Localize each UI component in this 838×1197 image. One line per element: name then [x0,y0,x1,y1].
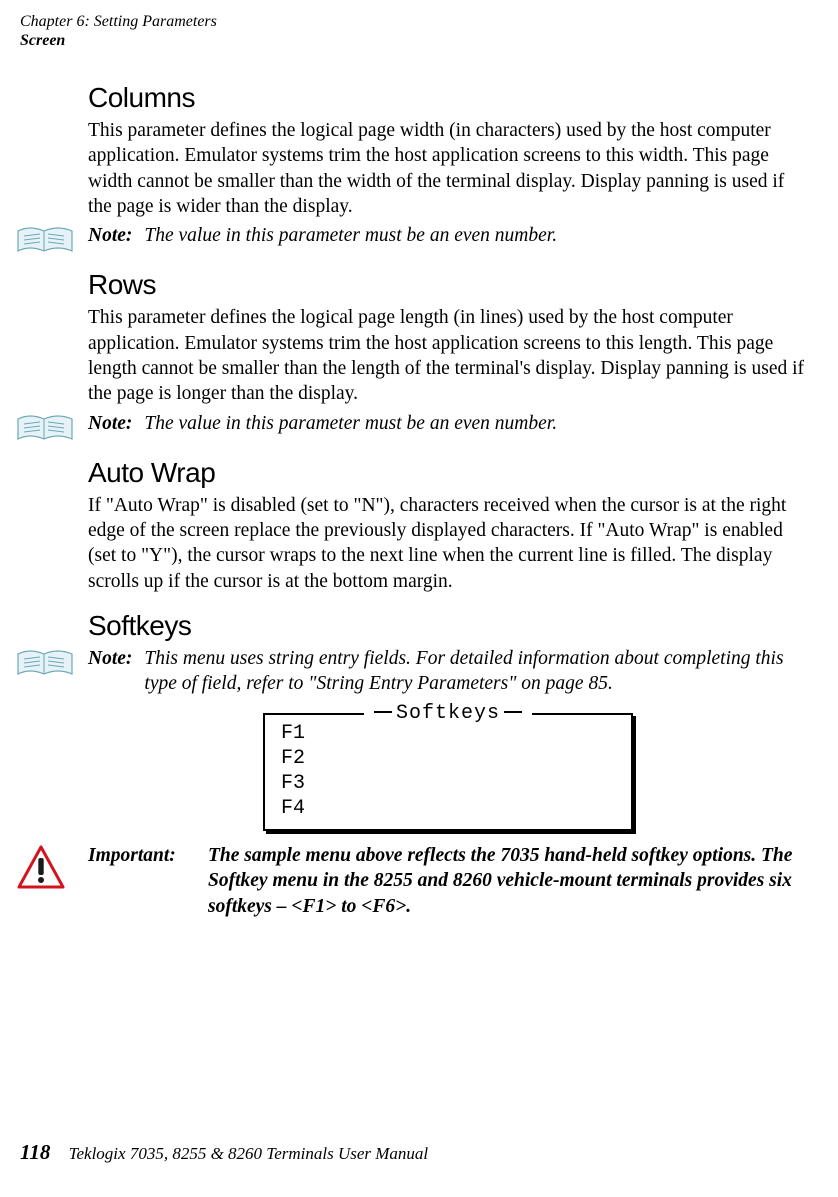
menu-item: F3 [281,771,615,796]
page-header: Chapter 6: Setting Parameters Screen [20,12,217,50]
heading-rows: Rows [88,269,808,301]
important-note: Important: The sample menu above reflect… [16,843,808,919]
note-columns: Note: The value in this parameter must b… [16,223,808,257]
note-label: Note: [88,411,144,436]
manual-title: Teklogix 7035, 8255 & 8260 Terminals Use… [69,1144,429,1163]
note-label: Note: [88,646,144,697]
page-content: Columns This parameter defines the logic… [88,70,808,919]
note-label: Note: [88,223,144,248]
heading-autowrap: Auto Wrap [88,457,808,489]
page-footer: 118 Teklogix 7035, 8255 & 8260 Terminals… [20,1140,428,1165]
menu-item: F4 [281,796,615,821]
softkeys-menu-title: Softkeys [364,702,532,725]
body-rows: This parameter defines the logical page … [88,305,808,406]
body-autowrap: If "Auto Wrap" is disabled (set to "N"),… [88,493,808,594]
book-icon [16,411,88,445]
book-icon [16,646,88,680]
note-text: The value in this parameter must be an e… [144,411,808,436]
note-softkeys: Note: This menu uses string entry fields… [16,646,808,697]
important-label: Important: [88,843,208,919]
warning-triangle-icon [16,843,88,891]
note-text: The value in this parameter must be an e… [144,223,808,248]
book-icon [16,223,88,257]
section-line: Screen [20,31,217,50]
menu-item: F2 [281,746,615,771]
softkeys-menu-items: F1 F2 F3 F4 [281,721,615,821]
body-columns: This parameter defines the logical page … [88,118,808,219]
softkeys-menu: Softkeys F1 F2 F3 F4 [263,713,633,831]
heading-columns: Columns [88,82,808,114]
heading-softkeys: Softkeys [88,610,808,642]
note-rows: Note: The value in this parameter must b… [16,411,808,445]
note-text: This menu uses string entry fields. For … [144,646,808,697]
chapter-line: Chapter 6: Setting Parameters [20,12,217,31]
important-text: The sample menu above reflects the 7035 … [208,843,808,919]
page-number: 118 [20,1140,50,1164]
